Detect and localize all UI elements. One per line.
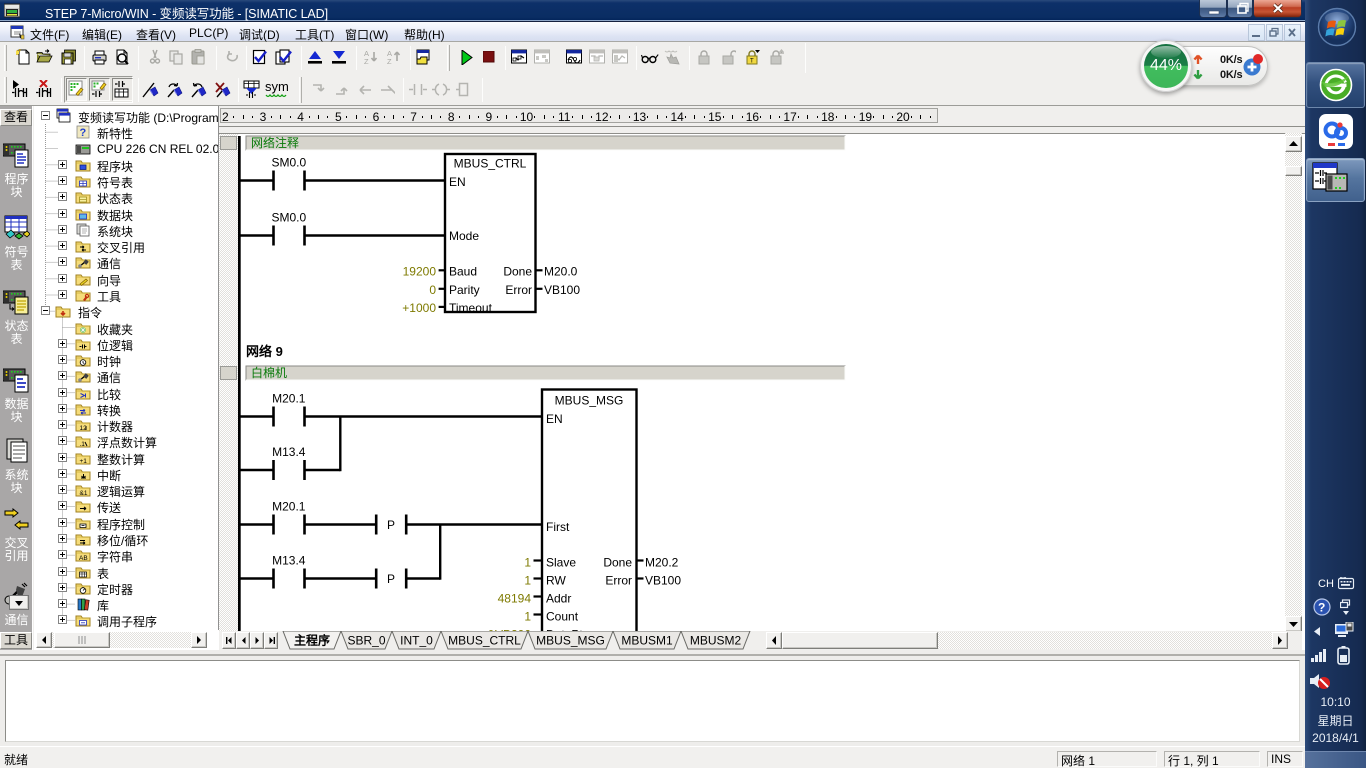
svg-text:SM0.0: SM0.0 [271, 156, 306, 170]
svg-text:Count: Count [546, 610, 579, 624]
svg-text:MBUS_MSG: MBUS_MSG [555, 394, 624, 408]
svg-text:T: T [750, 59, 754, 65]
svg-text:MBUSM1: MBUSM1 [621, 634, 673, 648]
svg-text:+1000: +1000 [402, 301, 436, 315]
svg-text:EN: EN [546, 412, 563, 426]
svg-text:.1: .1 [80, 441, 86, 448]
svg-text:Z: Z [387, 57, 392, 66]
svg-text:M20.1: M20.1 [272, 500, 306, 514]
svg-text:0: 0 [429, 283, 436, 297]
svg-text:M13.4: M13.4 [272, 554, 306, 568]
svg-text:Error: Error [605, 574, 632, 588]
svg-text:RW: RW [546, 574, 566, 588]
svg-text:M20.2: M20.2 [645, 556, 679, 570]
svg-text:M20.1: M20.1 [272, 392, 306, 406]
svg-text:SM0.0: SM0.0 [271, 211, 306, 225]
svg-text:48194: 48194 [498, 592, 532, 606]
svg-text:Slave: Slave [546, 556, 576, 570]
svg-text:SBR_0: SBR_0 [347, 634, 385, 648]
svg-text:&1: &1 [80, 490, 88, 497]
svg-text:MBUS_CTRL: MBUS_CTRL [454, 157, 527, 171]
svg-text:主程序: 主程序 [294, 633, 330, 648]
svg-text:Z: Z [364, 57, 369, 66]
svg-text:网络注释: 网络注释 [251, 135, 299, 150]
svg-text:P: P [387, 572, 395, 586]
svg-text:1: 1 [524, 556, 531, 570]
svg-text:First: First [546, 520, 570, 534]
svg-text:sym: sym [265, 80, 289, 94]
svg-text:1: 1 [524, 610, 531, 624]
svg-text:INT_0: INT_0 [400, 634, 433, 648]
svg-text:M20.0: M20.0 [544, 265, 578, 279]
svg-text:EN: EN [449, 175, 466, 189]
svg-text:VB100: VB100 [544, 283, 580, 297]
svg-text:Mode: Mode [449, 229, 479, 243]
svg-text:Addr: Addr [546, 592, 571, 606]
svg-text:Parity: Parity [449, 283, 480, 297]
svg-text:网络 9: 网络 9 [246, 344, 283, 359]
svg-text:白棉机: 白棉机 [251, 365, 287, 380]
svg-text:1: 1 [524, 574, 531, 588]
svg-text:Done: Done [503, 265, 532, 279]
svg-text:VB100: VB100 [645, 574, 681, 588]
svg-text:Timeout: Timeout [449, 301, 493, 315]
svg-text:?: ? [1318, 601, 1325, 615]
svg-text:Error: Error [505, 283, 532, 297]
svg-text:M13.4: M13.4 [272, 445, 306, 459]
svg-text:P: P [387, 518, 395, 532]
svg-text:MBUSM2: MBUSM2 [690, 634, 742, 648]
svg-text:Done: Done [603, 556, 632, 570]
svg-text:19200: 19200 [403, 265, 437, 279]
svg-text:MBUS_MSG: MBUS_MSG [536, 634, 605, 648]
svg-text:Baud: Baud [449, 265, 477, 279]
svg-text:MBUS_CTRL: MBUS_CTRL [448, 634, 521, 648]
svg-text:?: ? [80, 127, 87, 139]
svg-text:+1: +1 [80, 458, 88, 465]
svg-text:AB: AB [79, 555, 88, 562]
